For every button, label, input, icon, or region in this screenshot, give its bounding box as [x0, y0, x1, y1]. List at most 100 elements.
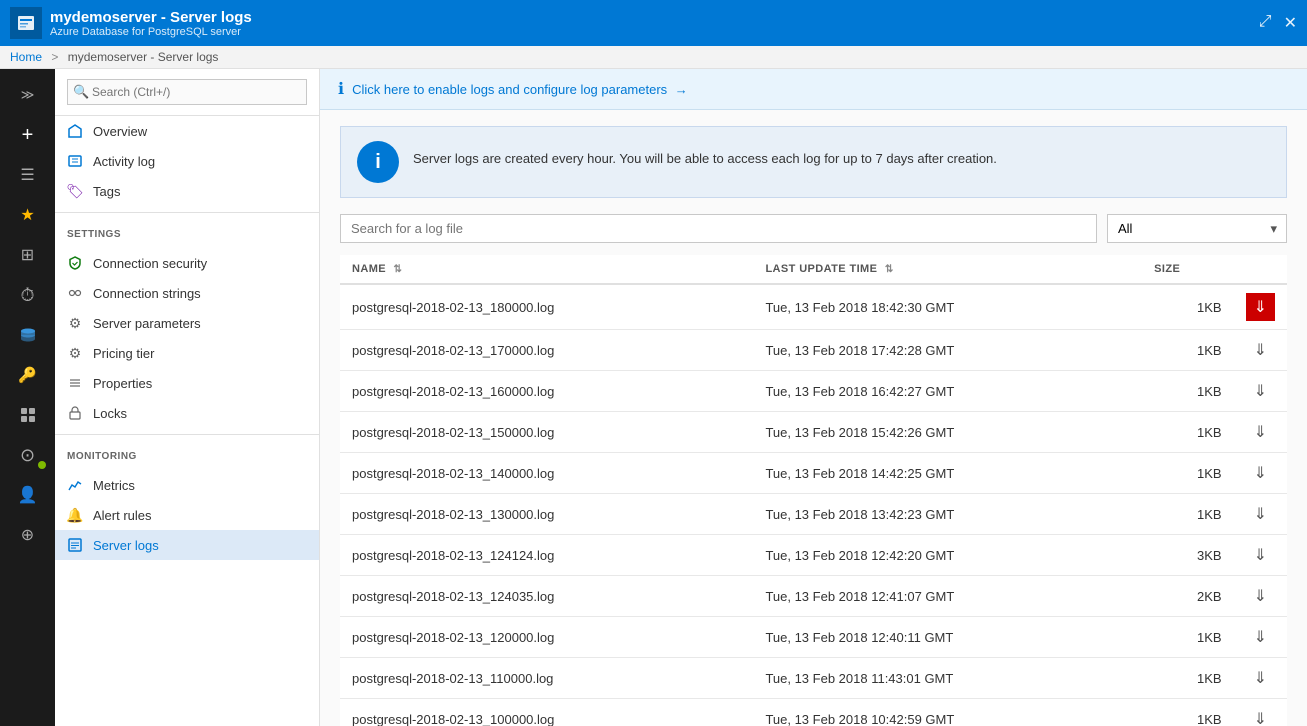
sidebar-item-server-logs[interactable]: Server logs — [55, 530, 319, 560]
pricing-tier-label: Pricing tier — [93, 346, 154, 361]
info-box-text: Server logs are created every hour. You … — [413, 141, 997, 166]
log-last-update: Tue, 13 Feb 2018 18:42:30 GMT — [753, 284, 1142, 330]
download-button[interactable]: ⇓ — [1250, 625, 1271, 649]
table-row: postgresql-2018-02-13_150000.logTue, 13 … — [340, 412, 1287, 453]
log-file-name: postgresql-2018-02-13_124035.log — [340, 576, 753, 617]
table-row: postgresql-2018-02-13_124124.logTue, 13 … — [340, 535, 1287, 576]
info-icon: ℹ — [338, 79, 344, 99]
sidebar-item-server-parameters[interactable]: ⚙ Server parameters — [55, 308, 319, 338]
log-file-name: postgresql-2018-02-13_120000.log — [340, 617, 753, 658]
log-size: 1KB — [1142, 371, 1233, 412]
download-button[interactable]: ⇓ — [1250, 543, 1271, 567]
sidebar-item-connection-strings[interactable]: Connection strings — [55, 278, 319, 308]
sidebar-item-metrics[interactable]: Metrics — [55, 470, 319, 500]
info-banner: ℹ Click here to enable logs and configur… — [320, 69, 1307, 110]
download-button[interactable]: ⇓ — [1250, 584, 1271, 608]
download-cell: ⇓ — [1234, 330, 1287, 371]
download-button[interactable]: ⇓ — [1246, 293, 1275, 321]
download-button[interactable]: ⇓ — [1250, 502, 1271, 526]
sidebar-search-container: 🔍 — [55, 69, 319, 116]
sidebar-item-properties[interactable]: Properties — [55, 368, 319, 398]
sidebar-item-alert-rules[interactable]: 🔔 Alert rules — [55, 500, 319, 530]
log-size: 1KB — [1142, 494, 1233, 535]
content-area: ℹ Click here to enable logs and configur… — [320, 69, 1307, 726]
breadcrumb: Home > mydemoserver - Server logs — [0, 46, 1307, 69]
log-size: 1KB — [1142, 412, 1233, 453]
sidebar: 🔍 Overview Activity log — [55, 69, 320, 726]
monitor-icon[interactable]: ⊙ — [6, 437, 50, 473]
log-last-update: Tue, 13 Feb 2018 17:42:28 GMT — [753, 330, 1142, 371]
resource-icon — [10, 7, 42, 39]
maximize-button[interactable]: ⤢ — [1259, 13, 1272, 33]
marketplace-icon[interactable] — [6, 397, 50, 433]
name-column-header[interactable]: NAME ⇅ — [340, 255, 753, 284]
log-file-name: postgresql-2018-02-13_180000.log — [340, 284, 753, 330]
download-cell: ⇓ — [1234, 412, 1287, 453]
search-input[interactable] — [67, 79, 307, 105]
download-button[interactable]: ⇓ — [1250, 707, 1271, 726]
download-column-header — [1234, 255, 1287, 284]
monitoring-label: MONITORING — [67, 451, 307, 462]
activity-log-label: Activity log — [93, 154, 155, 169]
log-size: 1KB — [1142, 330, 1233, 371]
key-icon[interactable]: 🔑 — [6, 357, 50, 393]
sidebar-item-connection-security[interactable]: Connection security — [55, 248, 319, 278]
dashboard-icon[interactable]: ⊞ — [6, 237, 50, 273]
time-filter-select[interactable]: AllLast 24 hoursLast 7 days — [1107, 214, 1287, 243]
log-last-update: Tue, 13 Feb 2018 13:42:23 GMT — [753, 494, 1142, 535]
log-size: 1KB — [1142, 453, 1233, 494]
last-update-sort-icon: ⇅ — [885, 264, 894, 275]
size-column-header[interactable]: SIZE — [1142, 255, 1233, 284]
info-box: i Server logs are created every hour. Yo… — [340, 126, 1287, 198]
table-row: postgresql-2018-02-13_120000.logTue, 13 … — [340, 617, 1287, 658]
table-row: postgresql-2018-02-13_160000.logTue, 13 … — [340, 371, 1287, 412]
log-size: 3KB — [1142, 535, 1233, 576]
info-box-icon: i — [357, 141, 399, 183]
sidebar-item-pricing-tier[interactable]: ⚙ Pricing tier — [55, 338, 319, 368]
download-button[interactable]: ⇓ — [1250, 379, 1271, 403]
sub-title: Azure Database for PostgreSQL server — [50, 26, 252, 38]
alert-rules-label: Alert rules — [93, 508, 152, 523]
expand-nav-icon[interactable]: ≫ — [6, 77, 50, 113]
download-cell: ⇓ — [1234, 371, 1287, 412]
extensions-icon[interactable]: ⊕ — [6, 517, 50, 553]
log-last-update: Tue, 13 Feb 2018 12:41:07 GMT — [753, 576, 1142, 617]
create-resource-icon[interactable]: + — [6, 117, 50, 153]
sidebar-item-tags[interactable]: 🏷 Tags — [55, 176, 319, 206]
download-button[interactable]: ⇓ — [1250, 666, 1271, 690]
log-file-name: postgresql-2018-02-13_150000.log — [340, 412, 753, 453]
table-row: postgresql-2018-02-13_110000.logTue, 13 … — [340, 658, 1287, 699]
download-button[interactable]: ⇓ — [1250, 420, 1271, 444]
last-update-column-header[interactable]: LAST UPDATE TIME ⇅ — [753, 255, 1142, 284]
search-icon: 🔍 — [73, 84, 89, 100]
log-size: 1KB — [1142, 699, 1233, 726]
metrics-icon — [67, 477, 83, 493]
close-button[interactable]: ✕ — [1284, 13, 1297, 33]
log-size: 1KB — [1142, 617, 1233, 658]
log-file-name: postgresql-2018-02-13_160000.log — [340, 371, 753, 412]
favorites-icon[interactable]: ★ — [6, 197, 50, 233]
tags-icon: 🏷 — [67, 183, 83, 199]
table-row: postgresql-2018-02-13_180000.logTue, 13 … — [340, 284, 1287, 330]
sidebar-item-overview[interactable]: Overview — [55, 116, 319, 146]
locks-icon — [67, 405, 83, 421]
alert-rules-icon: 🔔 — [67, 507, 83, 523]
download-button[interactable]: ⇓ — [1250, 461, 1271, 485]
log-last-update: Tue, 13 Feb 2018 10:42:59 GMT — [753, 699, 1142, 726]
security-icon[interactable]: 👤 — [6, 477, 50, 513]
log-file-name: postgresql-2018-02-13_170000.log — [340, 330, 753, 371]
db-icon[interactable] — [6, 317, 50, 353]
recent-icon[interactable]: ⏱ — [6, 277, 50, 313]
menu-icon[interactable]: ☰ — [6, 157, 50, 193]
configure-logs-link[interactable]: Click here to enable logs and configure … — [352, 82, 688, 97]
sidebar-item-locks[interactable]: Locks — [55, 398, 319, 428]
breadcrumb-home[interactable]: Home — [10, 50, 42, 64]
log-file-name: postgresql-2018-02-13_124124.log — [340, 535, 753, 576]
download-button[interactable]: ⇓ — [1250, 338, 1271, 362]
log-search-input[interactable] — [340, 214, 1097, 243]
banner-link-text: Click here to enable logs and configure … — [352, 82, 667, 97]
content-body: i Server logs are created every hour. Yo… — [320, 110, 1307, 726]
log-last-update: Tue, 13 Feb 2018 15:42:26 GMT — [753, 412, 1142, 453]
download-cell: ⇓ — [1234, 535, 1287, 576]
sidebar-item-activity-log[interactable]: Activity log — [55, 146, 319, 176]
